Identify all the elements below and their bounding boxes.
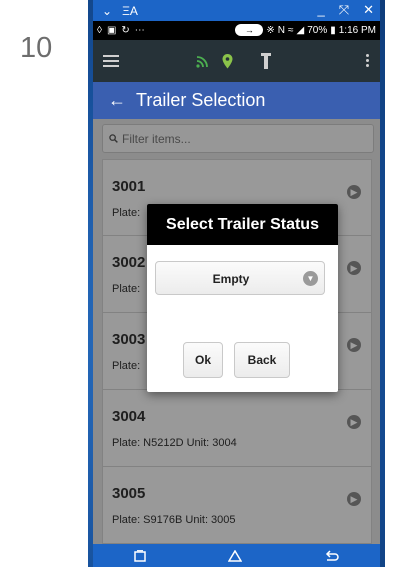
more-icon: ⋯: [134, 25, 145, 36]
navigation-icon: ◊: [97, 25, 102, 36]
status-dialog: Select Trailer Status Empty ▼ Ok Back: [147, 204, 338, 392]
trailer-icon: [261, 53, 271, 69]
phone-screen: ⌄ ΞA _ ⤧ ✕ ◊ ▣ ↻ ⋯ → ※ N ≈ ◢ 70% ▮ 1:16 …: [93, 0, 380, 567]
step-number: 10: [20, 32, 53, 64]
clock: 1:16 PM: [338, 24, 376, 36]
close-button[interactable]: ✕: [363, 2, 374, 18]
top-toolbar: [93, 40, 380, 82]
window-short-title: ΞA: [122, 3, 138, 18]
back-icon[interactable]: [325, 549, 339, 562]
chevron-down-icon[interactable]: ⌄: [102, 4, 112, 18]
kebab-icon[interactable]: [366, 54, 370, 69]
wifi-icon: ≈: [288, 24, 294, 36]
selected-status: Empty: [212, 272, 250, 286]
recent-apps-icon[interactable]: [134, 549, 146, 562]
menu-icon[interactable]: [103, 55, 119, 70]
rss-icon: [196, 55, 208, 68]
battery-percent: 70%: [307, 24, 328, 36]
home-icon[interactable]: [228, 549, 243, 562]
android-status-bar: ◊ ▣ ↻ ⋯ → ※ N ≈ ◢ 70% ▮ 1:16 PM: [93, 21, 380, 40]
sync-icon: ↻: [121, 25, 130, 36]
image-icon: ▣: [106, 25, 117, 36]
window-title-bar: ⌄ ΞA _ ⤧ ✕: [93, 0, 380, 21]
device-frame: ⌄ ΞA _ ⤧ ✕ ◊ ▣ ↻ ⋯ → ※ N ≈ ◢ 70% ▮ 1:16 …: [88, 0, 385, 567]
minimize-button[interactable]: _: [317, 2, 324, 18]
page-title: Trailer Selection: [136, 90, 266, 110]
android-nav-bar: [93, 544, 380, 567]
location-pin-icon: [222, 53, 233, 68]
status-select[interactable]: Empty ▼: [155, 261, 325, 295]
bluetooth-icon: ※: [266, 24, 275, 36]
battery-icon: ▮: [330, 24, 336, 36]
dialog-title: Select Trailer Status: [147, 204, 338, 245]
chevron-down-icon: ▼: [303, 271, 318, 286]
signal-icon: ◢: [296, 24, 305, 36]
app-bar: ← Trailer Selection: [93, 82, 380, 119]
restore-button[interactable]: ⤧: [339, 2, 349, 18]
ok-button[interactable]: Ok: [183, 342, 223, 378]
arrow-left-icon[interactable]: ←: [108, 90, 126, 111]
connection-pill-icon: →: [235, 24, 264, 36]
back-button[interactable]: Back: [234, 342, 290, 378]
nfc-icon: N: [277, 24, 286, 36]
